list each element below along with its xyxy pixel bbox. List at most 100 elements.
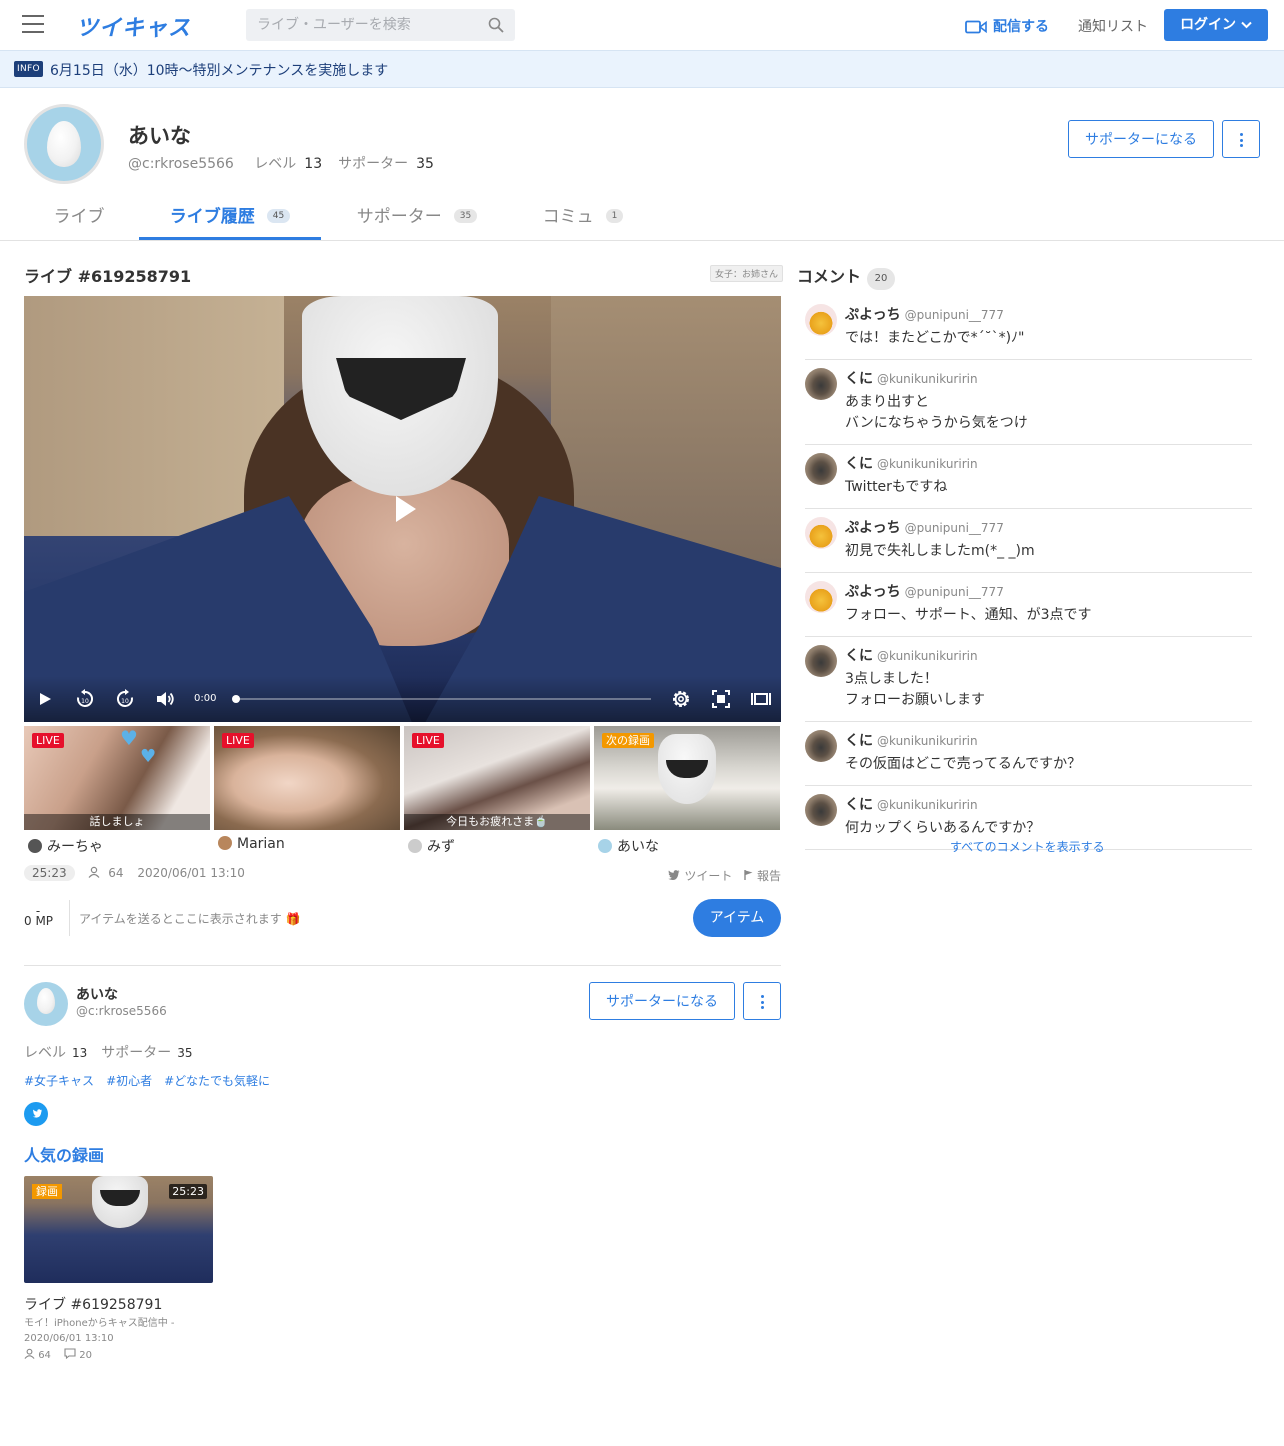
- owner-name[interactable]: あいな: [76, 984, 118, 1004]
- related-lives: LIVE ♥ ♥ 話しましょ LIVE LIVE 今日もお疲れさま🍵 次の録画 …: [24, 726, 781, 856]
- tweet-link[interactable]: ツイート: [668, 869, 732, 883]
- thumb-user-name: Marian: [237, 836, 285, 852]
- avatar[interactable]: [24, 982, 68, 1026]
- commenter-name[interactable]: ぷよっち @punipuni__777: [845, 517, 1004, 537]
- tweet-label: ツイート: [684, 869, 733, 883]
- tab-community[interactable]: コミュ 1: [518, 188, 648, 240]
- tab-live-history[interactable]: ライブ履歴 45: [139, 188, 321, 240]
- commenter-name[interactable]: くに @kunikunikuririn: [845, 453, 978, 473]
- become-supporter-button[interactable]: サポーターになる: [1068, 120, 1214, 158]
- profile-meta: @c:rkrose5566 レベル 13 サポーター 35: [128, 153, 450, 173]
- top-header: ツイキャス 配信する 通知リスト ログイン: [0, 0, 1284, 50]
- commenter-avatar[interactable]: [805, 645, 837, 677]
- twitter-bird-icon: [32, 1109, 42, 1118]
- seek-handle[interactable]: [232, 695, 240, 703]
- thumbnail[interactable]: 次の録画: [594, 726, 780, 830]
- commenter-avatar[interactable]: [805, 730, 837, 762]
- hashtag-link[interactable]: #初心者: [106, 1074, 152, 1088]
- commenter-avatar[interactable]: [805, 453, 837, 485]
- profile-id: @c:rkrose5566: [128, 156, 234, 172]
- cast-label: 配信する: [993, 19, 1049, 35]
- popular-viewers: 64: [38, 1350, 51, 1361]
- commenter-name[interactable]: くに @kunikunikuririn: [845, 645, 978, 665]
- rewind-10-icon[interactable]: 10: [74, 688, 96, 710]
- notification-list-link[interactable]: 通知リスト: [1078, 16, 1148, 36]
- profile-name: あいな: [128, 124, 191, 148]
- info-badge: INFO: [14, 61, 43, 77]
- more-options-button[interactable]: [1222, 120, 1260, 158]
- commenter-handle: @kunikunikuririn: [877, 734, 978, 748]
- share-actions: ツイート 報告: [668, 867, 781, 884]
- svg-text:10: 10: [81, 698, 89, 705]
- commenter-name[interactable]: ぷよっち @punipuni__777: [845, 304, 1004, 324]
- commenter-handle: @punipuni__777: [904, 585, 1004, 599]
- search-box[interactable]: [246, 9, 515, 41]
- search-icon[interactable]: [488, 17, 504, 33]
- forward-10-icon[interactable]: 10: [114, 688, 136, 710]
- menu-icon[interactable]: [22, 15, 44, 35]
- tab-supporters[interactable]: サポーター 35: [332, 188, 502, 240]
- theater-mode-icon[interactable]: [750, 688, 772, 710]
- thumbnail[interactable]: LIVE: [214, 726, 400, 830]
- settings-gear-icon[interactable]: [670, 688, 692, 710]
- big-play-icon[interactable]: [396, 496, 416, 522]
- info-banner[interactable]: INFO 6月15日（水）10時〜特別メンテナンスを実施します: [0, 50, 1284, 88]
- commenter-avatar[interactable]: [805, 581, 837, 613]
- commenter-name[interactable]: ぷよっち @punipuni__777: [845, 581, 1004, 601]
- site-logo[interactable]: ツイキャス: [76, 10, 191, 42]
- commenter-handle: @punipuni__777: [904, 308, 1004, 322]
- avatar[interactable]: [24, 104, 104, 184]
- report-link[interactable]: 報告: [744, 869, 781, 883]
- item-button[interactable]: アイテム: [693, 899, 781, 937]
- current-time: 0:00: [194, 693, 217, 704]
- commenter-name[interactable]: くに @kunikunikuririn: [845, 794, 978, 814]
- heart-icon: ♥: [120, 726, 138, 750]
- commenter-display-name: ぷよっち: [845, 520, 901, 536]
- hashtag-link[interactable]: #女子キャス: [24, 1074, 94, 1088]
- thumb-user[interactable]: みーちゃ: [28, 836, 103, 856]
- divider: [69, 900, 70, 936]
- hashtag-link[interactable]: #どなたでも気軽に: [164, 1074, 270, 1088]
- volume-icon[interactable]: [154, 688, 176, 710]
- category-tag[interactable]: 女子：お姉さん: [710, 265, 784, 282]
- thumb-user[interactable]: あいな: [598, 836, 659, 856]
- cast-button[interactable]: 配信する: [965, 16, 1049, 36]
- user-avatar: [218, 836, 232, 850]
- commenter-display-name: くに: [845, 648, 873, 664]
- video-player[interactable]: 10 10 0:00: [24, 296, 781, 722]
- seek-bar[interactable]: [236, 698, 651, 700]
- recording-badge: 録画: [32, 1184, 62, 1199]
- mp-display: - 0 MP: [24, 905, 53, 928]
- popular-recording-title[interactable]: ライブ #619258791: [24, 1294, 162, 1314]
- item-message: アイテムを送るとここに表示されます 🎁: [79, 912, 301, 926]
- commenter-avatar[interactable]: [805, 794, 837, 826]
- login-label: ログイン: [1180, 17, 1237, 33]
- supporter-count: 35: [416, 156, 434, 172]
- tab-live[interactable]: ライブ: [30, 188, 128, 240]
- popular-recording-thumbnail[interactable]: 録画 25:23: [24, 1176, 213, 1283]
- more-options-button[interactable]: [743, 982, 781, 1020]
- commenter-avatar[interactable]: [805, 304, 837, 336]
- commenter-name[interactable]: くに @kunikunikuririn: [845, 730, 978, 750]
- twitter-icon[interactable]: [24, 1102, 48, 1126]
- play-icon[interactable]: [34, 688, 56, 710]
- popular-comments: 20: [79, 1350, 93, 1361]
- fullscreen-icon[interactable]: [710, 688, 732, 710]
- next-recording-badge: 次の録画: [602, 733, 654, 748]
- login-button[interactable]: ログイン: [1164, 9, 1268, 41]
- thumbnail[interactable]: LIVE ♥ ♥ 話しましょ: [24, 726, 210, 830]
- search-input[interactable]: [246, 9, 476, 41]
- info-message[interactable]: 6月15日（水）10時〜特別メンテナンスを実施します: [50, 60, 388, 80]
- commenter-avatar[interactable]: [805, 517, 837, 549]
- show-all-comments-link[interactable]: すべてのコメントを表示する: [950, 838, 1105, 855]
- twitter-bird-icon: [668, 870, 680, 881]
- thumb-user-name: あいな: [617, 839, 659, 855]
- tab-label: ライブ: [53, 207, 105, 227]
- become-supporter-button[interactable]: サポーターになる: [589, 982, 735, 1020]
- commenter-name[interactable]: くに @kunikunikuririn: [845, 368, 978, 388]
- commenter-avatar[interactable]: [805, 368, 837, 400]
- thumb-user[interactable]: みず: [408, 836, 455, 856]
- thumbnail[interactable]: LIVE 今日もお疲れさま🍵: [404, 726, 590, 830]
- comment-item: くに @kunikunikuririn その仮面はどこで売ってるんですか？: [805, 722, 1252, 786]
- thumb-user[interactable]: Marian: [218, 836, 285, 852]
